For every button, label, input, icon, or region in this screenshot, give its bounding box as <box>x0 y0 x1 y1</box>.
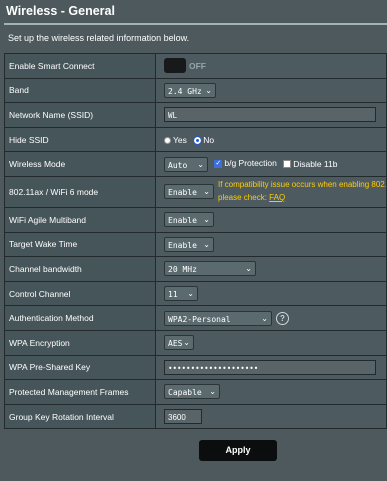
chevron-down-icon: ⌄ <box>197 159 204 169</box>
bandwidth-select[interactable]: 20 MHz ⌄ <box>164 261 256 277</box>
label-ssid: Network Name (SSID) <box>4 102 156 128</box>
label-twt: Target Wake Time <box>4 231 156 258</box>
row-encryption: WPA Encryption AES ⌄ <box>4 329 387 356</box>
chevron-down-icon: ⌄ <box>203 215 210 225</box>
row-bandwidth: Channel bandwidth 20 MHz ⌄ <box>4 256 387 282</box>
bandwidth-value: 20 MHz <box>168 265 197 275</box>
auth-value: WPA2-Personal <box>168 314 231 324</box>
encryption-value: AES <box>168 339 183 349</box>
wifi6-compat-note: If compatibility issue occurs when enabl… <box>218 178 387 204</box>
label-psk: WPA Pre-Shared Key <box>4 354 156 381</box>
agile-value: Enable <box>168 216 197 226</box>
row-ssid: Network Name (SSID) WL <box>4 102 387 128</box>
label-smart-connect: Enable Smart Connect <box>4 53 156 79</box>
label-gkri: Group Key Rotation Interval <box>4 403 156 430</box>
hide-ssid-no-radio[interactable] <box>193 135 203 145</box>
bg-protection-checkbox[interactable] <box>214 159 223 169</box>
row-channel: Control Channel 11 ⌄ <box>4 280 387 307</box>
apply-button[interactable]: Apply <box>199 440 277 461</box>
title-divider <box>4 23 387 25</box>
chevron-down-icon: ⌄ <box>183 338 190 348</box>
faq-link[interactable]: FAQ <box>269 193 285 202</box>
label-channel: Control Channel <box>4 280 156 307</box>
wifi6-value: Enable <box>168 188 197 198</box>
chevron-down-icon: ⌄ <box>203 187 210 197</box>
page-description: Set up the wireless related information … <box>8 33 190 43</box>
help-icon[interactable]: ? <box>276 311 289 325</box>
pmf-value: Capable <box>168 388 202 398</box>
settings-table: Enable Smart Connect OFF Band 2.4 GHz ⌄ N… <box>4 53 387 430</box>
apply-row <box>4 432 387 481</box>
row-hide-ssid: Hide SSID Yes No <box>4 126 387 153</box>
chevron-down-icon: ⌄ <box>245 264 252 274</box>
channel-select[interactable]: 11 ⌄ <box>164 286 198 302</box>
label-auth: Authentication Method <box>4 305 156 331</box>
label-encryption: WPA Encryption <box>4 329 156 356</box>
disable-11b-checkbox[interactable] <box>283 160 292 169</box>
wireless-mode-value: Auto <box>168 160 188 170</box>
row-wireless-mode: Wireless Mode Auto ⌄ b/g Protection Disab… <box>4 151 387 177</box>
hide-ssid-no-label: No <box>203 134 215 145</box>
label-band: Band <box>4 77 156 104</box>
wifi6-select[interactable]: Enable ⌄ <box>164 184 214 200</box>
wifi6-note-line1: If compatibility issue occurs when enabl… <box>218 179 387 189</box>
smart-connect-state: OFF <box>189 60 206 71</box>
auth-select[interactable]: WPA2-Personal ⌄ <box>164 310 272 326</box>
chevron-down-icon: ⌄ <box>205 85 212 95</box>
band-value: 2.4 GHz <box>168 86 202 96</box>
row-agile: WiFi Agile Multiband Enable ⌄ <box>4 206 387 233</box>
twt-value: Enable <box>168 240 197 250</box>
row-twt: Target Wake Time Enable ⌄ <box>4 231 387 258</box>
gkri-input[interactable]: 3600 <box>164 409 202 425</box>
chevron-down-icon: ⌄ <box>261 313 268 323</box>
label-agile: WiFi Agile Multiband <box>4 206 156 233</box>
channel-value: 11 <box>168 290 178 300</box>
chevron-down-icon: ⌄ <box>203 239 210 249</box>
label-wireless-mode: Wireless Mode <box>4 151 156 177</box>
hide-ssid-yes-radio[interactable] <box>164 136 171 144</box>
twt-select[interactable]: Enable ⌄ <box>164 236 214 252</box>
row-smart-connect: Enable Smart Connect OFF <box>4 53 387 79</box>
psk-input[interactable]: •••••••••••••••••••• <box>164 359 376 375</box>
chevron-down-icon: ⌄ <box>209 387 216 397</box>
disable-11b-label: Disable 11b <box>293 158 338 169</box>
band-select[interactable]: 2.4 GHz ⌄ <box>164 82 216 98</box>
row-psk: WPA Pre-Shared Key •••••••••••••••••••• <box>4 354 387 381</box>
row-band: Band 2.4 GHz ⌄ <box>4 77 387 104</box>
row-auth: Authentication Method WPA2-Personal ⌄? <box>4 305 387 331</box>
bg-protection-label: b/g Protection <box>224 158 277 169</box>
row-gkri: Group Key Rotation Interval 3600 <box>4 403 387 430</box>
row-wifi6: 802.11ax / WiFi 6 mode Enable ⌄ If compat… <box>4 175 387 208</box>
label-pmf: Protected Management Frames <box>4 379 156 405</box>
hide-ssid-yes-label: Yes <box>173 134 187 145</box>
encryption-select[interactable]: AES ⌄ <box>164 335 194 351</box>
label-hide-ssid: Hide SSID <box>4 126 156 153</box>
label-wifi6: 802.11ax / WiFi 6 mode <box>4 175 156 208</box>
row-pmf: Protected Management Frames Capable ⌄ <box>4 379 387 405</box>
smart-connect-toggle[interactable] <box>164 58 186 74</box>
page-title: Wireless - General <box>6 4 115 18</box>
agile-select[interactable]: Enable ⌄ <box>164 212 214 228</box>
wifi6-note-line2: please check: <box>218 192 267 202</box>
wireless-mode-select[interactable]: Auto ⌄ <box>164 156 208 172</box>
ssid-input[interactable]: WL <box>164 107 376 123</box>
pmf-select[interactable]: Capable ⌄ <box>164 384 220 400</box>
chevron-down-icon: ⌄ <box>187 289 194 299</box>
label-bandwidth: Channel bandwidth <box>4 256 156 282</box>
